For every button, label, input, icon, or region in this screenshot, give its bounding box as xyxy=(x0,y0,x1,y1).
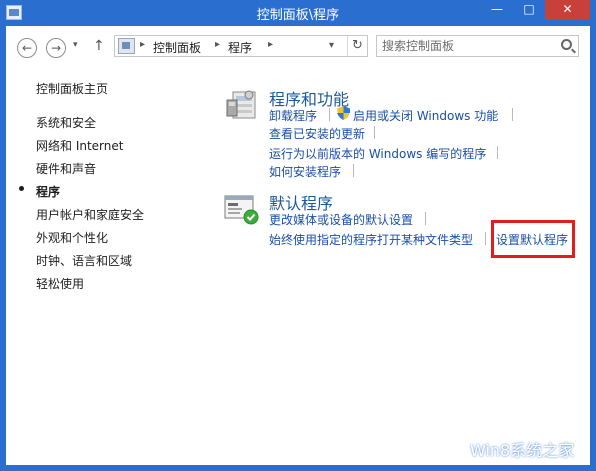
maximize-button[interactable]: □ xyxy=(516,0,542,20)
control-panel-address-icon xyxy=(118,38,135,54)
watermark: Win8系统之家 xyxy=(430,430,590,466)
back-button[interactable]: ← xyxy=(17,38,37,58)
highlight-box xyxy=(491,220,575,258)
uninstall-program-link[interactable]: 卸载程序 xyxy=(269,107,317,124)
breadcrumb-control-panel[interactable]: 控制面板 xyxy=(153,39,201,56)
sidebar-item-network-internet[interactable]: 网络和 Internet xyxy=(36,137,123,154)
sidebar-item-programs: 程序 xyxy=(36,185,61,199)
link-divider xyxy=(425,212,426,225)
sidebar-item-user-accounts[interactable]: 用户帐户和家庭安全 xyxy=(36,206,144,223)
view-installed-updates-link[interactable]: 查看已安装的更新 xyxy=(269,125,365,142)
sidebar-item-appearance[interactable]: 外观和个性化 xyxy=(36,229,108,246)
breadcrumb-separator-icon[interactable]: ▸ xyxy=(140,39,145,50)
search-icon[interactable] xyxy=(561,39,572,50)
breadcrumb-separator-icon[interactable]: ▸ xyxy=(268,39,273,50)
title-bar: 控制面板\程序 — □ ✕ xyxy=(0,0,596,26)
how-to-install-program-link[interactable]: 如何安装程序 xyxy=(269,163,341,180)
current-item-bullet-icon xyxy=(19,186,24,191)
link-divider xyxy=(353,164,354,177)
run-older-programs-link[interactable]: 运行为以前版本的 Windows 编写的程序 xyxy=(269,145,486,162)
sidebar-item-system-security[interactable]: 系统和安全 xyxy=(36,114,96,131)
link-divider xyxy=(374,126,375,139)
address-bar[interactable]: ▸ 控制面板 ▸ 程序 ▸ ▾ ↻ xyxy=(114,35,368,57)
change-media-defaults-link[interactable]: 更改媒体或设备的默认设置 xyxy=(269,211,413,228)
forward-button[interactable]: → xyxy=(46,38,66,58)
breadcrumb-programs[interactable]: 程序 xyxy=(228,39,252,56)
address-dropdown-icon[interactable]: ▾ xyxy=(329,40,334,51)
breadcrumb-separator-icon[interactable]: ▸ xyxy=(215,39,220,50)
recent-locations-icon[interactable]: ▾ xyxy=(73,40,78,50)
associate-file-type-link[interactable]: 始终使用指定的程序打开某种文件类型 xyxy=(269,231,473,248)
sidebar-item-clock-language-region[interactable]: 时钟、语言和区域 xyxy=(36,252,132,269)
uac-shield-icon xyxy=(337,106,350,120)
search-box[interactable] xyxy=(376,35,579,57)
sidebar-item-ease-of-access[interactable]: 轻松使用 xyxy=(36,275,84,292)
watermark-text: Win8系统之家 xyxy=(470,441,575,460)
sidebar-item-hardware-sound[interactable]: 硬件和声音 xyxy=(36,160,96,177)
minimize-button[interactable]: — xyxy=(484,0,510,20)
turn-windows-features-link[interactable]: 启用或关闭 Windows 功能 xyxy=(353,107,498,124)
up-button[interactable]: ↑ xyxy=(93,38,105,54)
search-input[interactable] xyxy=(382,38,552,54)
link-divider xyxy=(497,146,498,159)
link-divider xyxy=(512,108,513,121)
programs-features-icon[interactable] xyxy=(225,86,261,122)
link-divider xyxy=(329,108,330,121)
sidebar-item-control-panel-home[interactable]: 控制面板主页 xyxy=(36,80,108,97)
refresh-button[interactable]: ↻ xyxy=(347,36,367,56)
close-button[interactable]: ✕ xyxy=(545,0,590,20)
windows-logo-icon xyxy=(432,433,463,463)
navigation-bar: ← → ▾ ↑ ▸ 控制面板 ▸ 程序 ▸ ▾ ↻ xyxy=(6,26,590,66)
default-programs-icon[interactable] xyxy=(224,194,260,226)
link-divider xyxy=(485,232,486,245)
